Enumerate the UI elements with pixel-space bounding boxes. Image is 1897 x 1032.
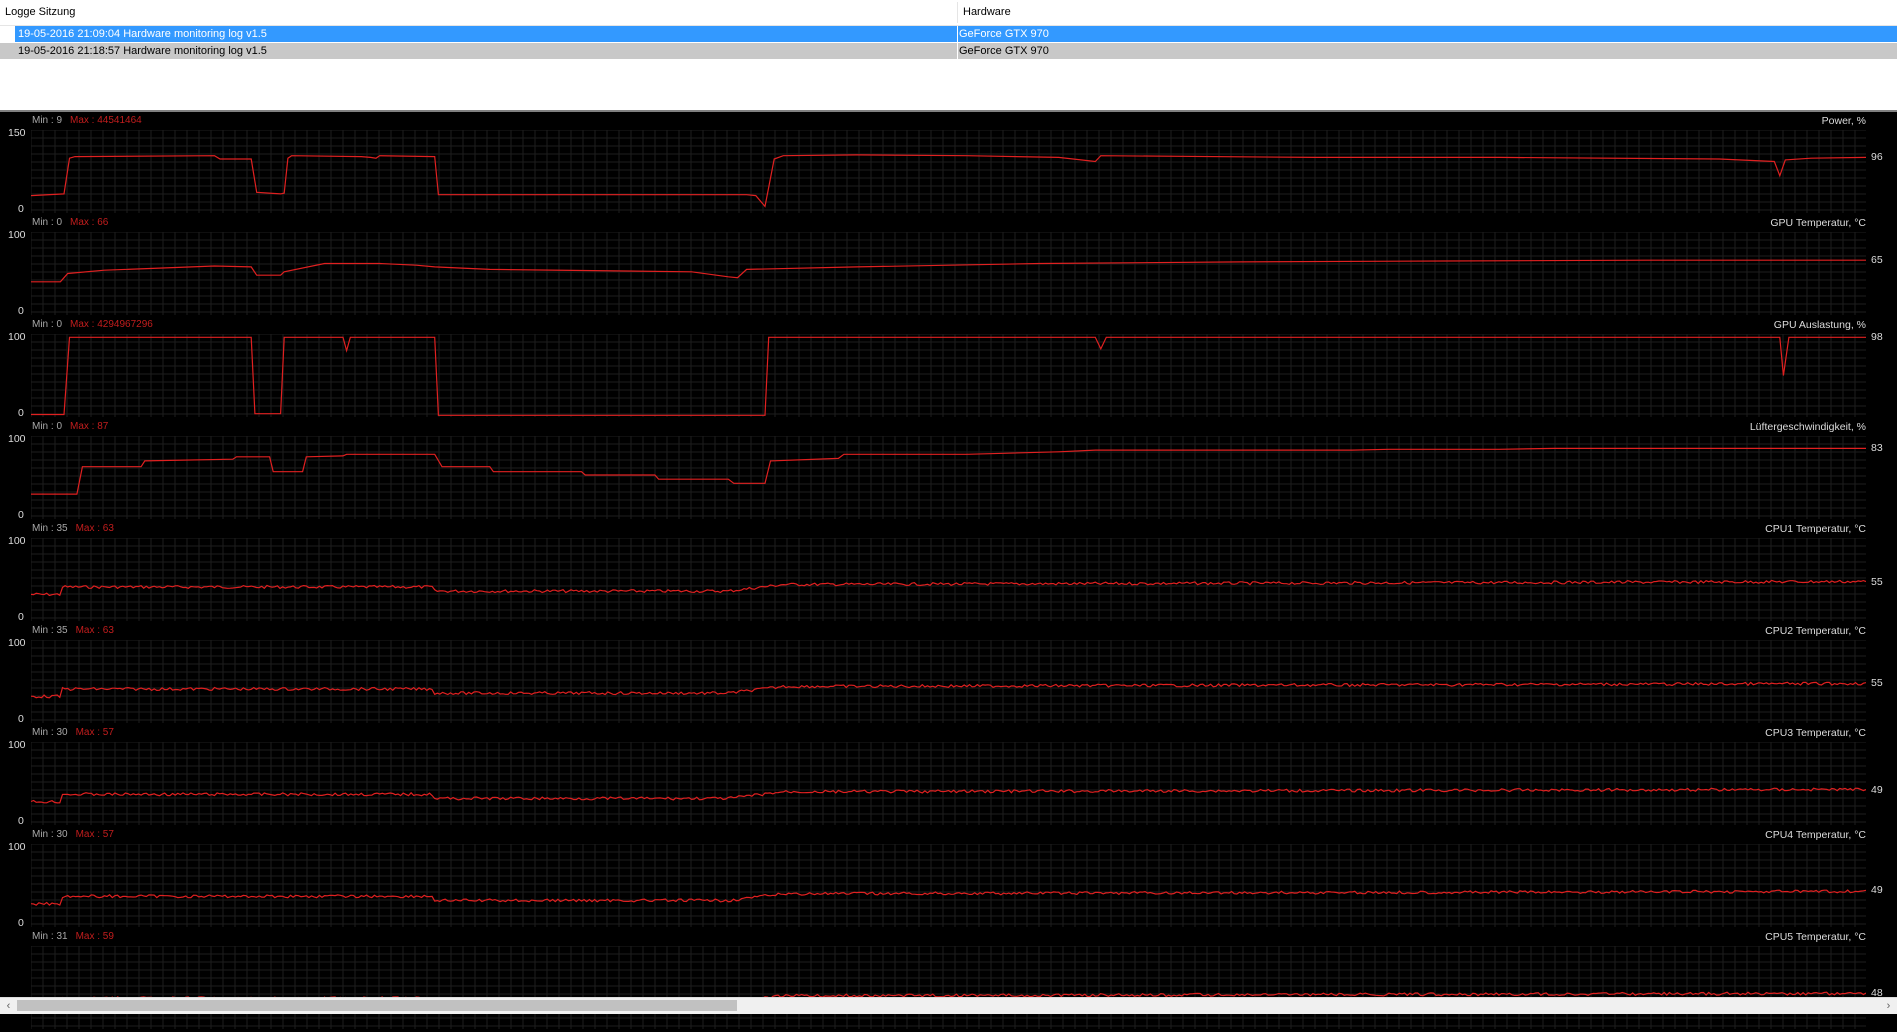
graph-current-value: 83: [1871, 442, 1883, 454]
graph-panel[interactable]: Min : 0 Max : 4294967296 GPU Auslastung, …: [0, 318, 1897, 420]
graph-max-label: Max : 63: [75, 625, 114, 636]
graph-plot[interactable]: [31, 130, 1866, 213]
graph-min-label: Min : 30: [32, 727, 68, 738]
session-row[interactable]: 19-05-2016 21:09:04 Hardware monitoring …: [0, 26, 1897, 42]
graph-plot[interactable]: [31, 640, 1866, 723]
graph-minmax: Min : 0 Max : 4294967296: [32, 319, 153, 331]
graph-y-max-label: 100: [8, 637, 26, 649]
column-header-session[interactable]: Logge Sitzung: [5, 0, 75, 25]
graph-max-label: Max : 66: [70, 217, 109, 228]
session-row[interactable]: 19-05-2016 21:18:57 Hardware monitoring …: [0, 43, 1897, 59]
graph-min-label: Min : 30: [32, 829, 68, 840]
graph-min-label: Min : 35: [32, 625, 68, 636]
graph-panel[interactable]: Min : 9 Max : 44541464 Power, % 150 0 96: [0, 114, 1897, 216]
graph-minmax: Min : 31 Max : 59: [32, 931, 114, 943]
column-divider[interactable]: [957, 2, 958, 23]
graph-title: GPU Temperatur, °C: [1770, 217, 1866, 229]
graph-title: CPU5 Temperatur, °C: [1765, 931, 1866, 943]
graph-y-min-label: 0: [18, 917, 24, 929]
graph-minmax: Min : 0 Max : 66: [32, 217, 108, 229]
graph-minmax: Min : 35 Max : 63: [32, 625, 114, 637]
graph-min-label: Min : 35: [32, 523, 68, 534]
graph-y-min-label: 0: [18, 203, 24, 215]
graph-plot[interactable]: [31, 538, 1866, 621]
session-hardware: GeForce GTX 970: [959, 45, 1049, 57]
graph-y-min-label: 0: [18, 713, 24, 725]
graph-min-label: Min : 0: [32, 217, 63, 228]
graph-plot[interactable]: [31, 844, 1866, 927]
row-marker: [0, 26, 15, 42]
graph-panel[interactable]: Min : 0 Max : 66 GPU Temperatur, °C 100 0…: [0, 216, 1897, 318]
graph-minmax: Min : 0 Max : 87: [32, 421, 108, 433]
session-name: 19-05-2016 21:18:57 Hardware monitoring …: [18, 45, 267, 57]
cell-divider: [957, 43, 958, 59]
graph-y-max-label: 100: [8, 535, 26, 547]
graph-max-label: Max : 4294967296: [70, 319, 153, 330]
graph-y-min-label: 0: [18, 611, 24, 623]
graph-max-label: Max : 87: [70, 421, 109, 432]
graph-y-min-label: 0: [18, 815, 24, 827]
graph-title: CPU3 Temperatur, °C: [1765, 727, 1866, 739]
graph-y-max-label: 100: [8, 331, 26, 343]
scroll-left-button[interactable]: ‹: [0, 998, 17, 1014]
graph-min-label: Min : 31: [32, 931, 68, 942]
graph-plot[interactable]: [31, 232, 1866, 315]
session-hardware: GeForce GTX 970: [959, 28, 1049, 40]
graph-title: CPU1 Temperatur, °C: [1765, 523, 1866, 535]
graph-plot[interactable]: [31, 334, 1866, 417]
graph-current-value: 98: [1871, 331, 1883, 343]
graph-panel[interactable]: Min : 30 Max : 57 CPU3 Temperatur, °C 100…: [0, 726, 1897, 828]
graph-current-value: 49: [1871, 784, 1883, 796]
graph-current-value: 49: [1871, 884, 1883, 896]
list-header: Logge Sitzung Hardware: [0, 0, 1897, 26]
graph-current-value: 55: [1871, 576, 1883, 588]
graph-y-min-label: 0: [18, 509, 24, 521]
scroll-thumb[interactable]: [17, 1000, 737, 1011]
session-list[interactable]: Logge Sitzung Hardware 19-05-2016 21:09:…: [0, 0, 1897, 112]
graph-current-value: 65: [1871, 254, 1883, 266]
graph-y-min-label: 0: [18, 305, 24, 317]
graphs-panel[interactable]: Min : 9 Max : 44541464 Power, % 150 0 96 …: [0, 114, 1897, 1029]
graph-max-label: Max : 63: [75, 523, 114, 534]
graph-y-max-label: 100: [8, 229, 26, 241]
graph-plot[interactable]: [31, 742, 1866, 825]
graph-title: CPU4 Temperatur, °C: [1765, 829, 1866, 841]
graph-y-max-label: 150: [8, 127, 26, 139]
graph-current-value: 55: [1871, 677, 1883, 689]
graph-min-label: Min : 0: [32, 421, 63, 432]
graph-title: Power, %: [1821, 115, 1866, 127]
graph-y-max-label: 100: [8, 433, 26, 445]
graph-title: Lüftergeschwindigkeit, %: [1749, 421, 1866, 433]
graph-title: GPU Auslastung, %: [1773, 319, 1866, 331]
graph-panel[interactable]: Min : 0 Max : 87 Lüftergeschwindigkeit, %…: [0, 420, 1897, 522]
graph-max-label: Max : 44541464: [70, 115, 142, 126]
graph-panel[interactable]: Min : 35 Max : 63 CPU2 Temperatur, °C 100…: [0, 624, 1897, 726]
graph-panel[interactable]: Min : 31 Max : 59 CPU5 Temperatur, °C 48: [0, 930, 1897, 1032]
graph-panel[interactable]: Min : 35 Max : 63 CPU1 Temperatur, °C 100…: [0, 522, 1897, 624]
column-header-hardware[interactable]: Hardware: [963, 0, 1011, 25]
graph-plot[interactable]: [31, 436, 1866, 519]
graph-panel[interactable]: Min : 30 Max : 57 CPU4 Temperatur, °C 100…: [0, 828, 1897, 930]
graph-max-label: Max : 57: [75, 727, 114, 738]
graph-min-label: Min : 0: [32, 319, 63, 330]
graph-y-max-label: 100: [8, 739, 26, 751]
graph-y-max-label: 100: [8, 841, 26, 853]
cell-divider: [957, 26, 958, 42]
graph-max-label: Max : 59: [75, 931, 114, 942]
graph-current-value: 96: [1871, 151, 1883, 163]
graph-max-label: Max : 57: [75, 829, 114, 840]
graph-minmax: Min : 9 Max : 44541464: [32, 115, 142, 127]
row-marker: [0, 43, 15, 59]
graph-minmax: Min : 30 Max : 57: [32, 829, 114, 841]
graph-title: CPU2 Temperatur, °C: [1765, 625, 1866, 637]
scroll-right-button[interactable]: ›: [1880, 998, 1897, 1014]
graph-plot[interactable]: [31, 946, 1866, 1029]
horizontal-scrollbar[interactable]: ‹ ›: [0, 997, 1897, 1014]
graph-minmax: Min : 35 Max : 63: [32, 523, 114, 535]
graph-min-label: Min : 9: [32, 115, 63, 126]
session-name: 19-05-2016 21:09:04 Hardware monitoring …: [18, 28, 267, 40]
graph-y-min-label: 0: [18, 407, 24, 419]
graph-minmax: Min : 30 Max : 57: [32, 727, 114, 739]
